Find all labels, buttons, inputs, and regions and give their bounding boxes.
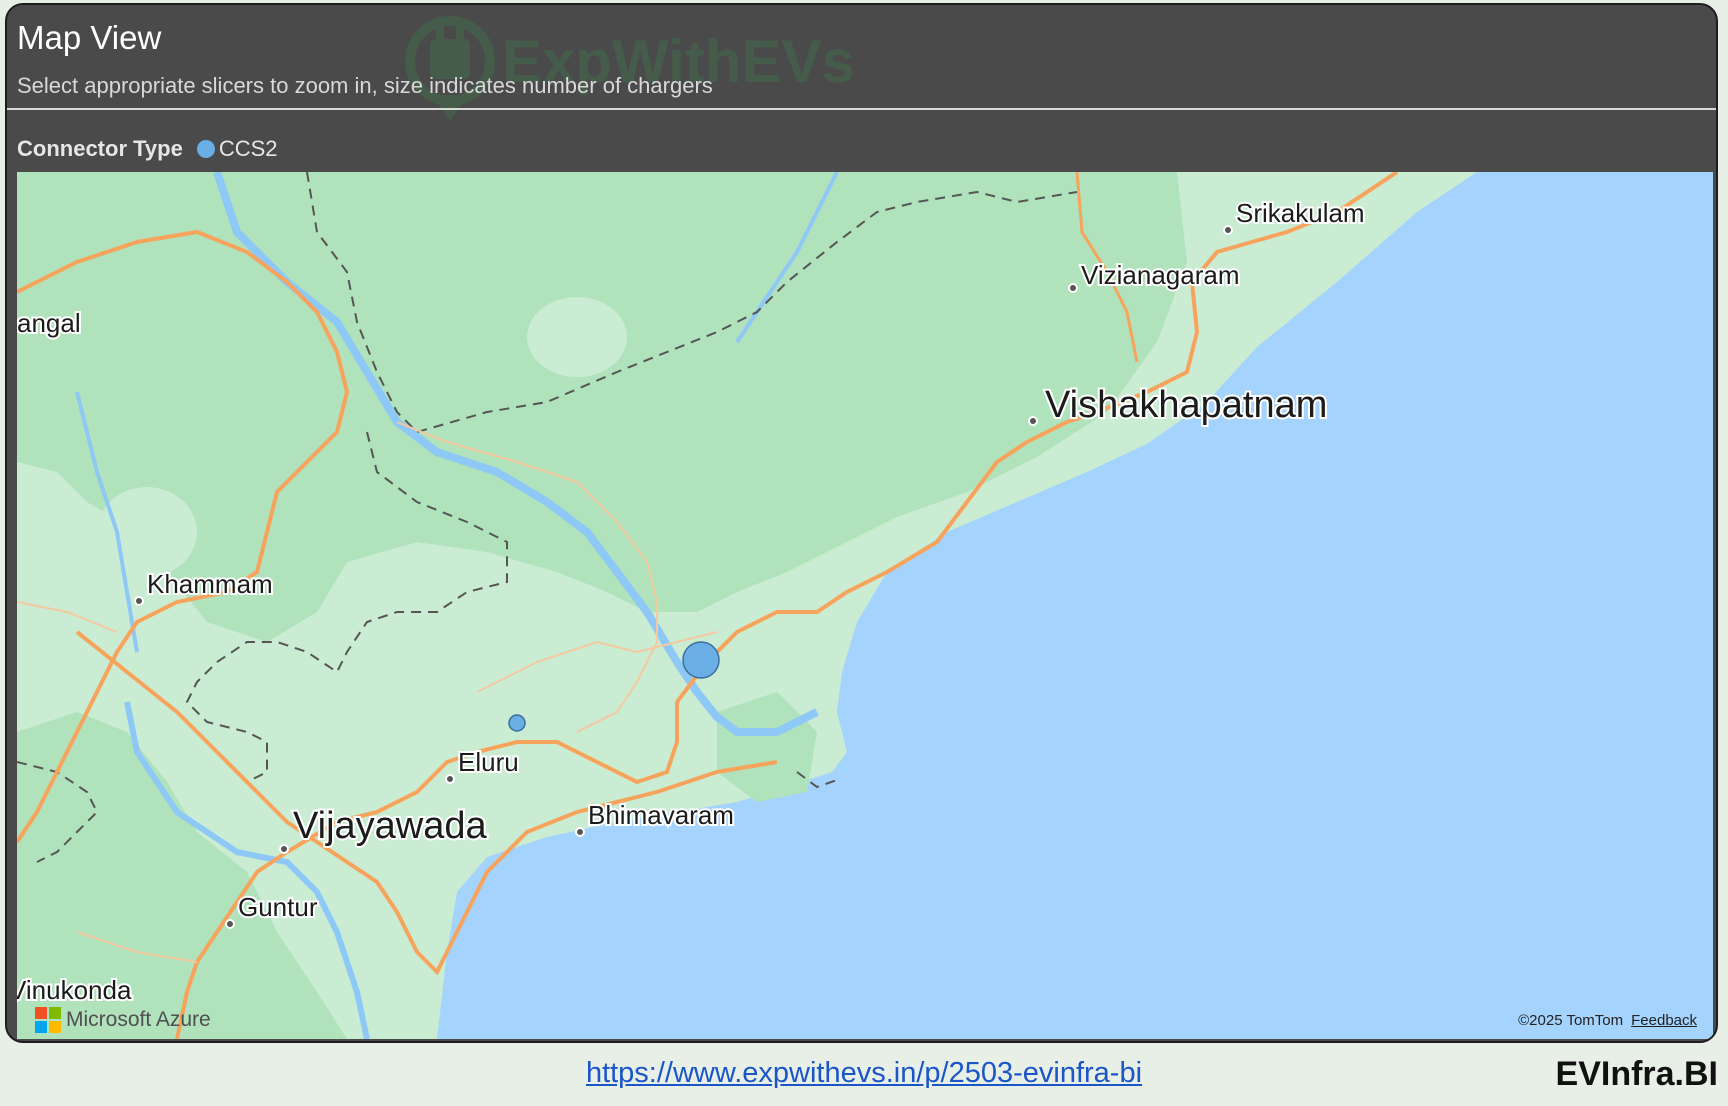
city-label-guntur: Guntur [238, 892, 318, 922]
legend: Connector Type CCS2 [17, 136, 278, 162]
map-attribution: ©2025 TomTom Feedback [1518, 1012, 1697, 1029]
city-label-srikakulam: Srikakulam [1236, 198, 1365, 228]
expwithevs-watermark: ExpWithEVs [402, 9, 855, 129]
city-label-khammam: Khammam [147, 569, 273, 599]
city-label-vinukonda: Vinukonda [17, 975, 132, 1005]
legend-ccs2-label[interactable]: CCS2 [219, 136, 278, 162]
land-patch [357, 557, 477, 627]
city-label-vizianagaram: Vizianagaram [1081, 260, 1240, 290]
land-patch [527, 297, 627, 377]
city-label-vijayawada: Vijayawada [293, 805, 488, 847]
charger-bubble-small[interactable] [508, 714, 526, 732]
city-dot-srikakulam[interactable] [1223, 225, 1233, 235]
city-dot-eluru[interactable] [445, 774, 455, 784]
header-divider [7, 108, 1716, 110]
brand-label: EVInfra.BI [1555, 1055, 1718, 1093]
map-base-layer[interactable]: Srikakulam Vizianagaram Vishakhapatnam a… [17, 172, 1713, 1039]
city-dot-guntur[interactable] [225, 919, 235, 929]
city-dot-vijayawada[interactable] [279, 844, 289, 854]
legend-ccs2-marker[interactable] [196, 140, 215, 158]
visual-subtitle: Select appropriate slicers to zoom in, s… [17, 73, 713, 98]
microsoft-azure-logo: Microsoft Azure [35, 1007, 211, 1033]
city-dot-vizianagaram[interactable] [1068, 283, 1078, 293]
city-label-bhimavaram: Bhimavaram [588, 800, 734, 830]
azure-logo-text: Microsoft Azure [66, 1008, 211, 1031]
city-label-vishakhapatnam: Vishakhapatnam [1045, 384, 1327, 426]
visual-title: Map View [17, 19, 162, 56]
city-label-eluru: Eluru [458, 747, 519, 777]
map-visual-card: ExpWithEVs Map View Select appropriate s… [5, 3, 1718, 1043]
city-dot-khammam[interactable] [134, 596, 144, 606]
charger-bubble-large[interactable] [682, 641, 720, 679]
attribution-text: ©2025 TomTom [1518, 1012, 1624, 1029]
map-canvas[interactable]: Srikakulam Vizianagaram Vishakhapatnam a… [17, 172, 1713, 1039]
feedback-link[interactable]: Feedback [1631, 1012, 1697, 1029]
city-dot-vishakhapatnam[interactable] [1028, 416, 1038, 426]
city-label-angal: angal [17, 308, 81, 338]
legend-title: Connector Type [17, 136, 183, 161]
land-patch [97, 487, 197, 577]
microsoft-logo-icon [35, 1007, 61, 1033]
city-dot-bhimavaram[interactable] [575, 827, 585, 837]
ev-plug-logo-icon [405, 16, 495, 121]
source-url-link[interactable]: https://www.expwithevs.in/p/2503-evinfra… [0, 1057, 1728, 1090]
